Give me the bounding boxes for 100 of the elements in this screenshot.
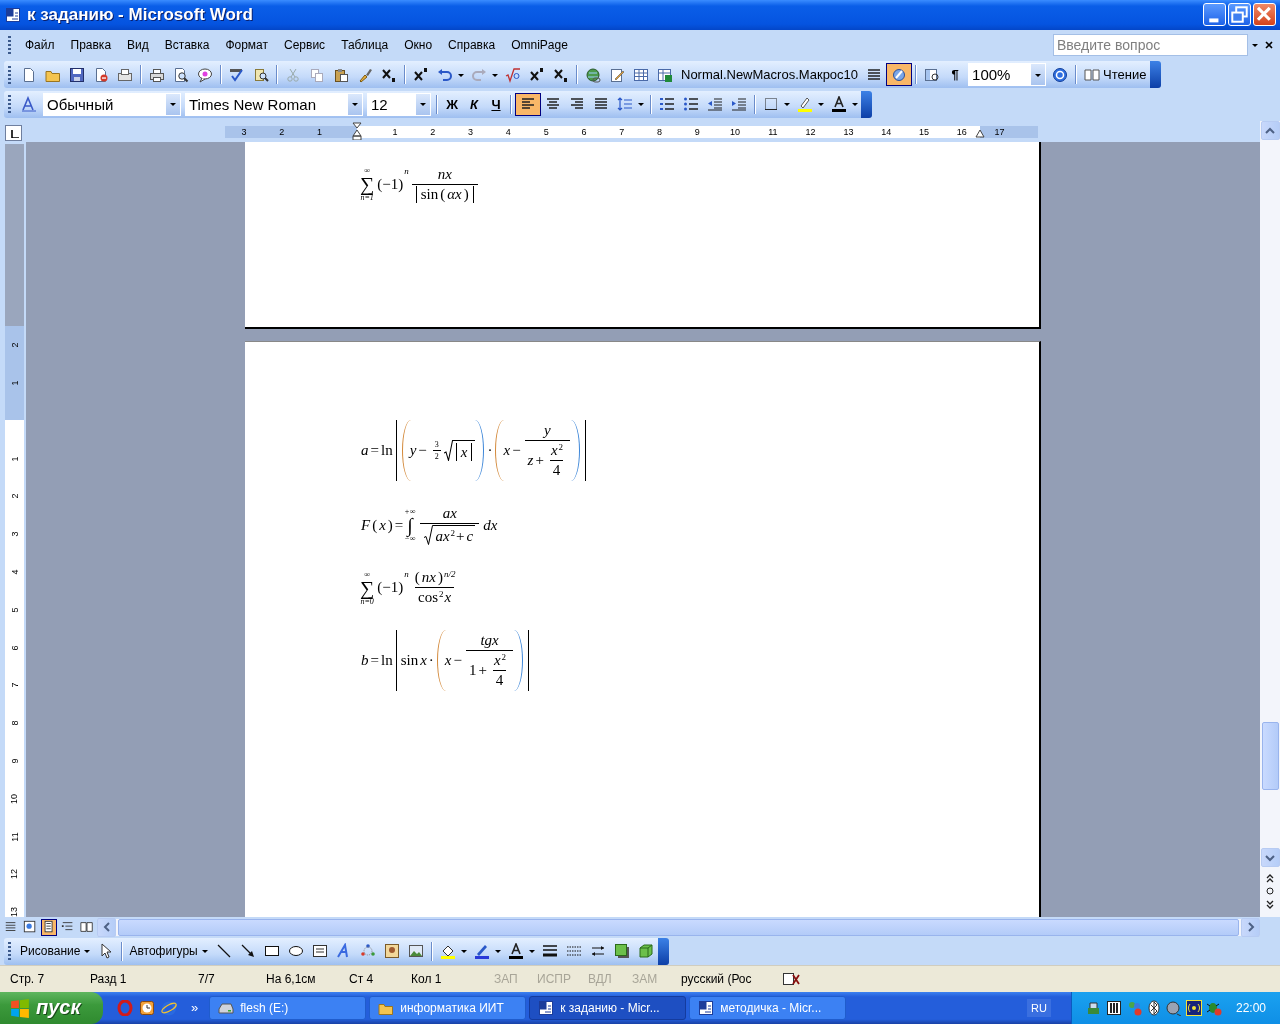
caret-icon[interactable]: [527, 947, 536, 956]
help-search-field[interactable]: Введите вопрос: [1053, 33, 1248, 56]
word-app-icon[interactable]: [5, 6, 21, 23]
menu-item[interactable]: Сервис: [276, 34, 334, 55]
columns-icon[interactable]: [866, 66, 883, 83]
caret-icon[interactable]: [851, 100, 859, 109]
superscript-icon[interactable]: [413, 66, 429, 83]
tab-selector[interactable]: [5, 125, 22, 142]
menu-item[interactable]: Вставка: [156, 34, 218, 55]
undo-icon[interactable]: [437, 66, 453, 83]
new-document-icon[interactable]: [21, 66, 37, 83]
picture-icon[interactable]: [407, 943, 424, 960]
web-view-icon[interactable]: [22, 920, 37, 935]
previous-page-icon[interactable]: [1266, 873, 1274, 884]
decrease-indent-icon[interactable]: [707, 96, 723, 113]
format-painter-icon[interactable]: [357, 66, 373, 83]
clock-icon[interactable]: [139, 1000, 155, 1016]
start-button[interactable]: пуск: [0, 992, 103, 1024]
bulleted-list-icon[interactable]: [683, 96, 699, 113]
taskbar-button[interactable]: методичка - Micr...: [689, 996, 847, 1020]
autoshapes-menu-button[interactable]: Автофигуры: [126, 939, 212, 963]
scroll-down-button[interactable]: [1260, 848, 1280, 868]
caret-icon[interactable]: [817, 100, 825, 109]
language-indicator[interactable]: RU: [1027, 999, 1051, 1017]
zoom-dropdown[interactable]: 100%: [968, 63, 1047, 87]
menu-item[interactable]: Справка: [440, 34, 504, 55]
radical-icon[interactable]: [505, 66, 521, 83]
text-box-icon[interactable]: [311, 943, 328, 960]
menu-item[interactable]: OmniPage: [503, 34, 576, 55]
italic-button[interactable]: К: [463, 92, 485, 116]
font-color-icon[interactable]: [831, 96, 847, 113]
draw-menu-button[interactable]: Рисование: [17, 939, 95, 963]
line-spacing-icon[interactable]: [617, 96, 633, 113]
research-icon[interactable]: [253, 66, 269, 83]
close-button[interactable]: [1253, 3, 1276, 27]
font-dropdown[interactable]: Times New Roman: [185, 92, 363, 116]
bold-button[interactable]: Ж: [441, 92, 463, 116]
book-icon[interactable]: [1084, 66, 1101, 83]
toolbar-options-button[interactable]: [657, 937, 669, 965]
increase-indent-icon[interactable]: [731, 96, 747, 113]
caret-icon[interactable]: [351, 100, 359, 109]
fax-icon[interactable]: [117, 66, 133, 83]
taskbar-button[interactable]: к заданию - Micr...: [529, 996, 687, 1020]
style-dropdown[interactable]: Обычный: [43, 92, 181, 116]
vertical-scrollbar[interactable]: [1260, 121, 1280, 918]
macro-button[interactable]: [886, 63, 913, 87]
menu-item[interactable]: Окно: [396, 34, 441, 55]
document-stop-icon[interactable]: [93, 66, 109, 83]
highlighter-icon[interactable]: [797, 96, 813, 113]
shadow-icon[interactable]: [613, 943, 630, 960]
wireless-icon[interactable]: [1185, 1000, 1202, 1016]
align-left-button[interactable]: [515, 92, 541, 116]
equalizer-icon[interactable]: [1105, 1000, 1122, 1016]
toolbar-options-button[interactable]: [1150, 61, 1162, 89]
taskbar-button[interactable]: информатика ИИТ: [369, 996, 527, 1020]
indent-marker-icon[interactable]: [352, 122, 362, 141]
clip-art-icon[interactable]: [383, 943, 400, 960]
caret-icon[interactable]: [493, 947, 502, 956]
menu-item[interactable]: Файл: [17, 34, 63, 55]
caret-icon[interactable]: [200, 947, 209, 956]
font-color-icon[interactable]: [507, 943, 524, 960]
underline-button[interactable]: Ч: [485, 92, 507, 116]
3d-icon[interactable]: [637, 943, 654, 960]
document-map-icon[interactable]: [924, 66, 941, 83]
spreadsheet-icon[interactable]: [657, 66, 673, 83]
reading-button[interactable]: Чтение: [1080, 63, 1151, 87]
macro-icon[interactable]: [891, 66, 908, 83]
numbered-list-icon[interactable]: [659, 96, 675, 113]
superscript-icon[interactable]: [529, 66, 545, 83]
menu-item[interactable]: Вид: [119, 34, 157, 55]
border-icon[interactable]: [763, 96, 779, 113]
reading-view-icon[interactable]: [79, 920, 94, 935]
caret-icon[interactable]: [637, 100, 645, 109]
toolbar-options-button[interactable]: [861, 90, 872, 118]
document-pen-icon[interactable]: [609, 66, 625, 83]
arrow-icon[interactable]: [239, 943, 256, 960]
right-indent-marker-icon[interactable]: [975, 129, 985, 139]
bluetooth-icon[interactable]: [1145, 1000, 1162, 1016]
scroll-up-button[interactable]: [1260, 121, 1280, 141]
menu-item[interactable]: Формат: [217, 34, 277, 55]
spellcheck-icon[interactable]: [229, 66, 245, 83]
caret-icon[interactable]: [783, 100, 791, 109]
macro-button[interactable]: Normal.NewMacros.Макрос10: [677, 67, 863, 83]
line-color-icon[interactable]: [473, 943, 490, 960]
menu-item[interactable]: Таблица: [333, 34, 397, 55]
caret-icon[interactable]: [419, 100, 427, 109]
globe-link-icon[interactable]: [585, 66, 601, 83]
paste-icon[interactable]: [333, 66, 349, 83]
styles-icon[interactable]: [21, 96, 37, 113]
caret-icon[interactable]: [169, 100, 177, 109]
pilcrow-button[interactable]: ¶: [944, 63, 967, 87]
scroll-thumb[interactable]: [1261, 722, 1279, 791]
more-button[interactable]: »: [191, 1000, 199, 1016]
scroll-left-button[interactable]: [97, 917, 116, 937]
restore-button[interactable]: [1228, 3, 1251, 27]
close-icon[interactable]: [1264, 39, 1274, 50]
help-icon[interactable]: [1052, 66, 1069, 83]
taskbar-button[interactable]: flesh (E:): [209, 996, 367, 1020]
menu-item[interactable]: Правка: [62, 34, 120, 55]
caret-icon[interactable]: [459, 947, 468, 956]
